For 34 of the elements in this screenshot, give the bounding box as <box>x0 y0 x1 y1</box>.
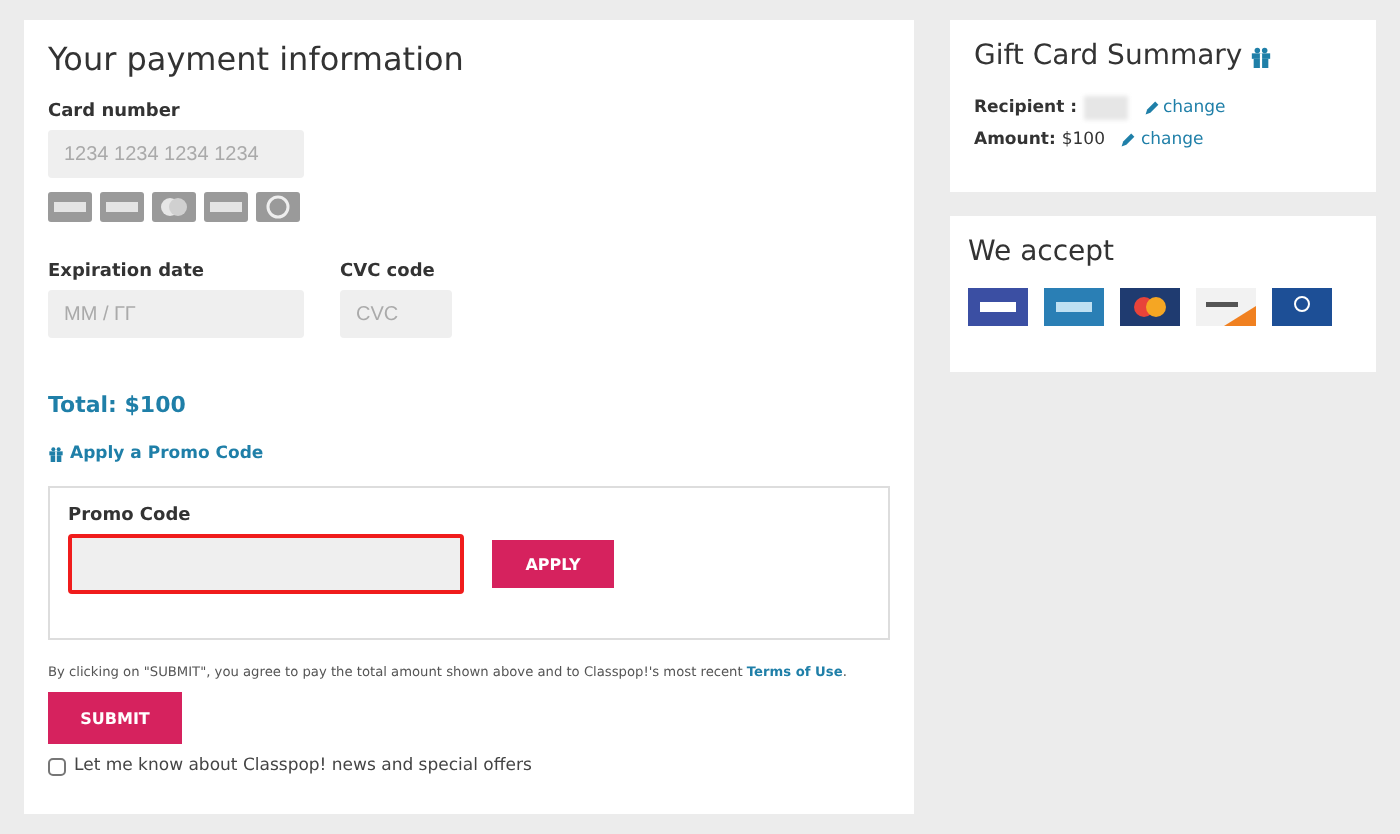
field-label: Expiration date <box>48 262 207 282</box>
change-link[interactable]: change <box>1140 130 1204 150</box>
checkbox-label: Let me know about Classpop! news and special offers <box>74 756 532 776</box>
summary-label: Amount: <box>974 130 1056 150</box>
accept-title: We accept <box>968 236 1115 268</box>
card-logo-icon <box>152 192 196 222</box>
card-logo-icon <box>48 192 92 222</box>
field-label: CVC code <box>340 262 437 282</box>
card-logo-icon <box>1272 288 1332 326</box>
section-title: Your payment information <box>48 40 466 78</box>
card-logo-icon <box>100 192 144 222</box>
expiration-field[interactable]: MM / ГГ <box>48 290 304 338</box>
promo-code-link[interactable]: Apply a Promo Code <box>70 444 264 464</box>
card-logo-icon <box>256 192 300 222</box>
card-logo-icon <box>1196 288 1256 326</box>
summary-value: $100 <box>1061 130 1105 150</box>
field-label: Card number <box>48 102 182 122</box>
card-logo-icon <box>1044 288 1104 326</box>
gift-icon <box>1250 45 1273 67</box>
summary-title: Gift Card Summary <box>974 40 1243 72</box>
total-amount: Total: $100 <box>48 392 188 418</box>
card-number-field[interactable]: 1234 1234 1234 1234 <box>48 130 304 178</box>
apply-button[interactable]: APPLY <box>492 540 614 588</box>
submit-button[interactable]: SUBMIT <box>48 692 182 744</box>
gift-icon <box>48 446 64 462</box>
change-link[interactable]: change <box>1163 98 1226 118</box>
promo-code-field[interactable] <box>68 534 464 594</box>
card-logo-icon <box>204 192 248 222</box>
card-logo-icon <box>968 288 1028 326</box>
summary-label: Recipient : <box>974 98 1077 118</box>
card-logo-icon <box>1120 288 1180 326</box>
newsletter-checkbox[interactable] <box>48 757 66 775</box>
field-label: Promo Code <box>68 506 193 526</box>
cvc-field[interactable]: CVC <box>340 290 452 338</box>
